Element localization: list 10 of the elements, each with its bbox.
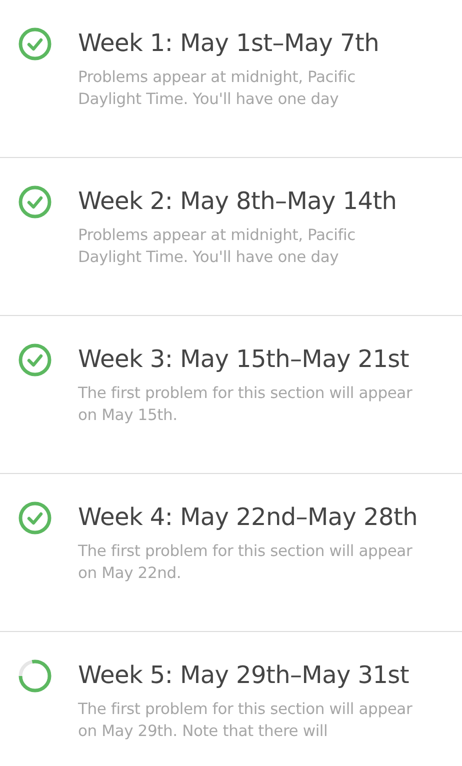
section-title[interactable]: Week 4: May 22nd–May 28th — [78, 500, 418, 534]
section-description: The first problem for this section will appear on May 15th. — [78, 383, 412, 426]
section-description: The first problem for this section will appear on May 22nd. — [78, 541, 414, 584]
section-title[interactable]: Week 2: May 8th–May 14th — [78, 184, 397, 218]
section-title[interactable]: Week 5: May 29th–May 31st — [78, 658, 412, 692]
section-title[interactable]: Week 3: May 15th–May 21st — [78, 342, 412, 376]
section-description: Problems appear at midnight, Pacific Daylight Time. You'll have one day — [78, 67, 356, 110]
section-title[interactable]: Week 1: May 1st–May 7th — [78, 26, 380, 60]
section-description: Problems appear at midnight, Pacific Daylight Time. You'll have one day — [78, 225, 356, 268]
section-description: The first problem for this section will appear on May 29th. Note that there will — [78, 699, 412, 742]
